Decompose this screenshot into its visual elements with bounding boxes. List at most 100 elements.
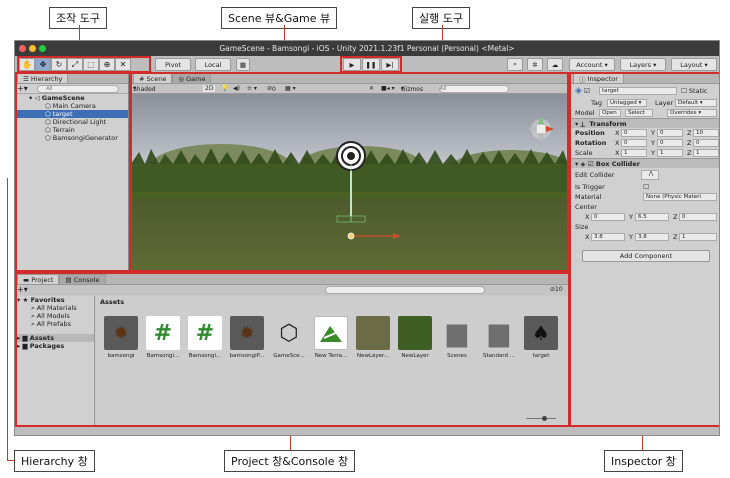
asset-item[interactable]: ✹ bamsongi — [102, 316, 140, 359]
custom-tool-icon[interactable]: ✕ — [115, 58, 131, 71]
tab-game[interactable]: ◎ Game — [172, 73, 212, 83]
folder-assets[interactable]: ▸ ▆ Assets — [15, 334, 94, 342]
tag-dropdown[interactable]: Untagged ▾ — [607, 99, 647, 107]
center-z-field[interactable]: 0 — [679, 213, 717, 221]
hidden-count[interactable]: ⊘ 0 — [267, 85, 276, 93]
select-button[interactable]: Select — [625, 109, 653, 117]
asset-item[interactable]: ▆ Standard ... — [480, 316, 518, 359]
thumbnail-size-slider[interactable] — [526, 416, 556, 421]
grid-snap-button[interactable]: ▦ — [236, 58, 250, 71]
box-collider-header[interactable]: ▾ ◈ ☑ Box Collider — [571, 158, 719, 168]
tools-icon[interactable]: ✕ — [369, 85, 374, 92]
favorite-item[interactable]: ⌕ All Prefabs — [15, 320, 94, 328]
size-x-field[interactable]: 3.8 — [591, 233, 625, 241]
scene-viewport[interactable] — [131, 94, 568, 271]
minimize-window-button[interactable] — [29, 45, 36, 52]
add-object-button[interactable]: +▾ — [17, 84, 28, 93]
scale-tool-icon[interactable]: ⤢ — [67, 58, 83, 71]
favorite-item[interactable]: ⌕ All Models — [15, 312, 94, 320]
hand-tool-icon[interactable]: ✋ — [19, 58, 35, 71]
zoom-window-button[interactable] — [39, 45, 46, 52]
asset-item[interactable]: # Bamsongi... — [144, 316, 182, 359]
layout-dropdown[interactable]: Layout ▾ — [671, 58, 717, 71]
layers-dropdown[interactable]: Layers ▾ — [620, 58, 666, 71]
effects-icon[interactable]: ≎ ▾ — [247, 85, 257, 92]
camera-icon[interactable]: ■◂ ▾ — [381, 85, 395, 92]
tab-project[interactable]: ▬ Project — [17, 274, 60, 284]
asset-item[interactable]: NewLayer — [396, 316, 434, 359]
static-checkbox[interactable]: ☐ Static — [681, 84, 708, 98]
project-search-input[interactable] — [325, 286, 485, 294]
position-y-field[interactable]: 0 — [657, 129, 683, 137]
shading-dropdown[interactable]: Shaded ▾ — [133, 85, 156, 93]
tab-inspector[interactable]: ⓘ Inspector — [573, 73, 624, 84]
breadcrumb[interactable]: Assets — [100, 298, 124, 306]
overrides-dropdown[interactable]: Overrides ▾ — [667, 109, 717, 117]
rotation-x-field[interactable]: 0 — [621, 139, 647, 147]
lighting-icon[interactable]: 💡 — [221, 85, 228, 92]
object-name-field[interactable]: target — [599, 87, 677, 95]
tab-console[interactable]: ▤ Console — [59, 274, 106, 284]
grid-icon[interactable]: ▦ ▾ — [285, 85, 296, 92]
asset-item[interactable]: ▆ Scenes — [438, 316, 476, 359]
active-checkbox[interactable]: ☑ — [584, 87, 590, 95]
center-x-field[interactable]: 0 — [591, 213, 625, 221]
rotation-y-field[interactable]: 0 — [657, 139, 683, 147]
scale-x-field[interactable]: 1 — [621, 149, 647, 157]
asset-item[interactable]: NewLayer... — [354, 316, 392, 359]
gizmos-dropdown[interactable]: Gizmos ▾ — [401, 85, 423, 93]
hierarchy-search-input[interactable] — [37, 85, 119, 93]
scene-search-input[interactable] — [439, 85, 509, 93]
scale-y-field[interactable]: 1 — [657, 149, 683, 157]
is-trigger-checkbox[interactable]: ☐ — [643, 182, 649, 192]
local-toggle[interactable]: Local — [195, 58, 231, 71]
step-button[interactable]: ▶| — [381, 58, 399, 71]
asset-item[interactable]: ♠ target — [522, 316, 560, 359]
edit-collider-button[interactable]: ⋀ — [641, 170, 659, 180]
move-tool-icon[interactable]: ✥ — [35, 58, 51, 71]
position-x-field[interactable]: 0 — [621, 129, 647, 137]
asset-item[interactable]: New Terra... — [312, 316, 350, 359]
audio-icon[interactable]: ◀) — [233, 85, 240, 92]
close-window-button[interactable] — [19, 45, 26, 52]
asset-item[interactable]: ✹ bamsongiP... — [228, 316, 266, 359]
scene-root-row[interactable]: ▾ ◁ GameScene — [15, 94, 128, 102]
size-y-field[interactable]: 3.8 — [635, 233, 669, 241]
cloud-icon[interactable]: ☁ — [547, 58, 563, 71]
center-y-field[interactable]: 6.5 — [635, 213, 669, 221]
create-asset-button[interactable]: +▾ — [17, 285, 28, 294]
favorite-item[interactable]: ⌕ All Materials — [15, 304, 94, 312]
hierarchy-item[interactable]: ⬡ BamsongiGenerator — [15, 134, 128, 142]
favorites-header[interactable]: ▾ ★ Favorites — [15, 296, 94, 304]
pivot-toggle[interactable]: Pivot — [155, 58, 191, 71]
position-z-field[interactable]: 10 — [693, 129, 719, 137]
material-field[interactable]: None (Physic Materi — [643, 193, 717, 201]
transform-tool-icon[interactable]: ⊕ — [99, 58, 115, 71]
size-z-field[interactable]: 1 — [679, 233, 717, 241]
scene-render[interactable] — [131, 94, 568, 271]
open-button[interactable]: Open — [599, 109, 621, 117]
folder-packages[interactable]: ▸ ▆ Packages — [15, 342, 94, 350]
hierarchy-item[interactable]: ⬡ Main Camera — [15, 102, 128, 110]
layer-dropdown[interactable]: Default ▾ — [675, 99, 717, 107]
play-button[interactable]: ▶ — [343, 58, 361, 71]
add-component-button[interactable]: Add Component — [582, 250, 710, 262]
tab-hierarchy[interactable]: ☰ Hierarchy — [17, 73, 69, 83]
asset-item[interactable]: # Bamsongi... — [186, 316, 224, 359]
account-dropdown[interactable]: Account ▾ — [569, 58, 615, 71]
asset-item[interactable]: ⬡ GameSce... — [270, 316, 308, 360]
rotation-z-field[interactable]: 0 — [693, 139, 719, 147]
scale-z-field[interactable]: 1 — [693, 149, 719, 157]
filter-count[interactable]: ⊘10 — [550, 286, 563, 293]
hierarchy-item-selected[interactable]: ⬡ target — [15, 110, 128, 118]
rect-tool-icon[interactable]: ⬚ — [83, 58, 99, 71]
transform-header[interactable]: ▾ ⟂ Transform — [571, 118, 719, 128]
pause-button[interactable]: ❚❚ — [362, 58, 380, 71]
hierarchy-item[interactable]: ⬡ Directional Light — [15, 118, 128, 126]
tab-scene[interactable]: # Scene — [133, 73, 173, 83]
search-icon[interactable]: ⌕ — [507, 58, 523, 71]
mode-2d-toggle[interactable]: 2D — [203, 85, 216, 92]
collab-icon[interactable]: ✲ — [527, 58, 543, 71]
rotate-tool-icon[interactable]: ↻ — [51, 58, 67, 71]
hierarchy-item[interactable]: ⬡ Terrain — [15, 126, 128, 134]
